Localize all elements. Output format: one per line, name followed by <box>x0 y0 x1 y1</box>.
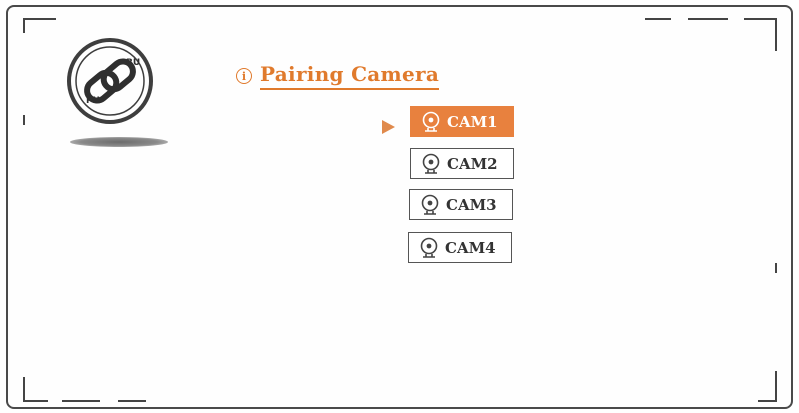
camera-item-cam4[interactable]: CAM4 <box>408 232 512 263</box>
corner-mark-top-right <box>645 18 777 51</box>
pairing-link-icon: BU PU <box>67 38 153 124</box>
webcam-icon <box>419 237 439 259</box>
camera-item-cam2[interactable]: CAM2 <box>410 148 514 179</box>
page-title-text: Pairing Camera <box>260 62 440 90</box>
camera-label: CAM2 <box>447 154 498 173</box>
pairing-logo: BU PU <box>64 37 176 157</box>
logo-label-pu: PU <box>86 96 100 106</box>
info-circle-icon: i <box>236 68 252 84</box>
logo-base-shadow <box>70 137 168 147</box>
camera-label: CAM4 <box>445 238 496 257</box>
page-title: i Pairing Camera <box>236 62 440 90</box>
webcam-icon <box>420 194 440 216</box>
webcam-icon <box>421 153 441 175</box>
camera-item-cam3[interactable]: CAM3 <box>409 189 513 220</box>
webcam-icon <box>421 111 441 133</box>
corner-mark-bottom-left <box>23 377 146 402</box>
pairing-screen: BU PU i Pairing Camera CAM1 CAM2 CAM3 CA… <box>6 5 793 409</box>
selection-pointer-icon <box>382 120 395 134</box>
corner-mark-bottom-right <box>758 371 777 402</box>
camera-label: CAM1 <box>447 112 498 131</box>
corner-mark-top-left <box>23 18 56 33</box>
camera-item-cam1[interactable]: CAM1 <box>410 106 514 137</box>
camera-label: CAM3 <box>446 195 497 214</box>
logo-label-bu: BU <box>126 58 140 68</box>
